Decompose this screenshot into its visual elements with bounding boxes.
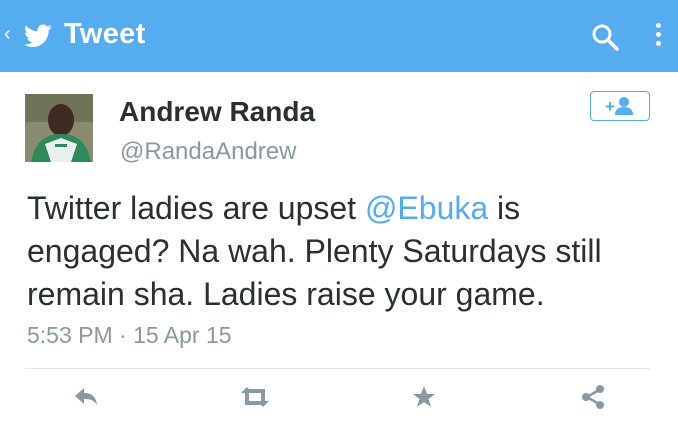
- reply-icon: [75, 388, 97, 405]
- tweet-timestamp: 5:53 PM · 15 Apr 15: [27, 322, 232, 348]
- app-bar: ‹ Tweet: [0, 0, 678, 72]
- add-user-icon: +: [605, 97, 633, 116]
- author-handle[interactable]: @RandaAndrew: [120, 138, 296, 166]
- tweet-text: Twitter ladies are upset @Ebuka is engag…: [27, 187, 657, 316]
- more-options-button[interactable]: [648, 20, 668, 54]
- retweet-button[interactable]: [238, 382, 272, 412]
- bottom-spacer: [0, 424, 678, 448]
- svg-text:+: +: [605, 97, 615, 116]
- search-icon[interactable]: [590, 22, 620, 52]
- author-name[interactable]: Andrew Randa: [119, 96, 315, 128]
- star-icon: [413, 386, 435, 407]
- tweet-text-part: Twitter ladies are upset: [27, 190, 365, 226]
- more-vertical-icon: [655, 23, 661, 28]
- favorite-button[interactable]: [407, 382, 441, 412]
- back-chevron-icon[interactable]: ‹: [4, 24, 11, 44]
- divider: [25, 368, 650, 369]
- share-button[interactable]: [576, 382, 610, 412]
- twitter-bird-icon[interactable]: [24, 24, 52, 48]
- retweet-icon: [241, 387, 269, 407]
- reply-button[interactable]: [69, 382, 103, 412]
- page-title: Tweet: [64, 18, 146, 50]
- follow-button[interactable]: +: [590, 91, 650, 121]
- avatar[interactable]: [25, 94, 93, 162]
- avatar-image: [25, 94, 93, 162]
- share-icon: [582, 385, 604, 409]
- mention-link[interactable]: @Ebuka: [365, 190, 488, 226]
